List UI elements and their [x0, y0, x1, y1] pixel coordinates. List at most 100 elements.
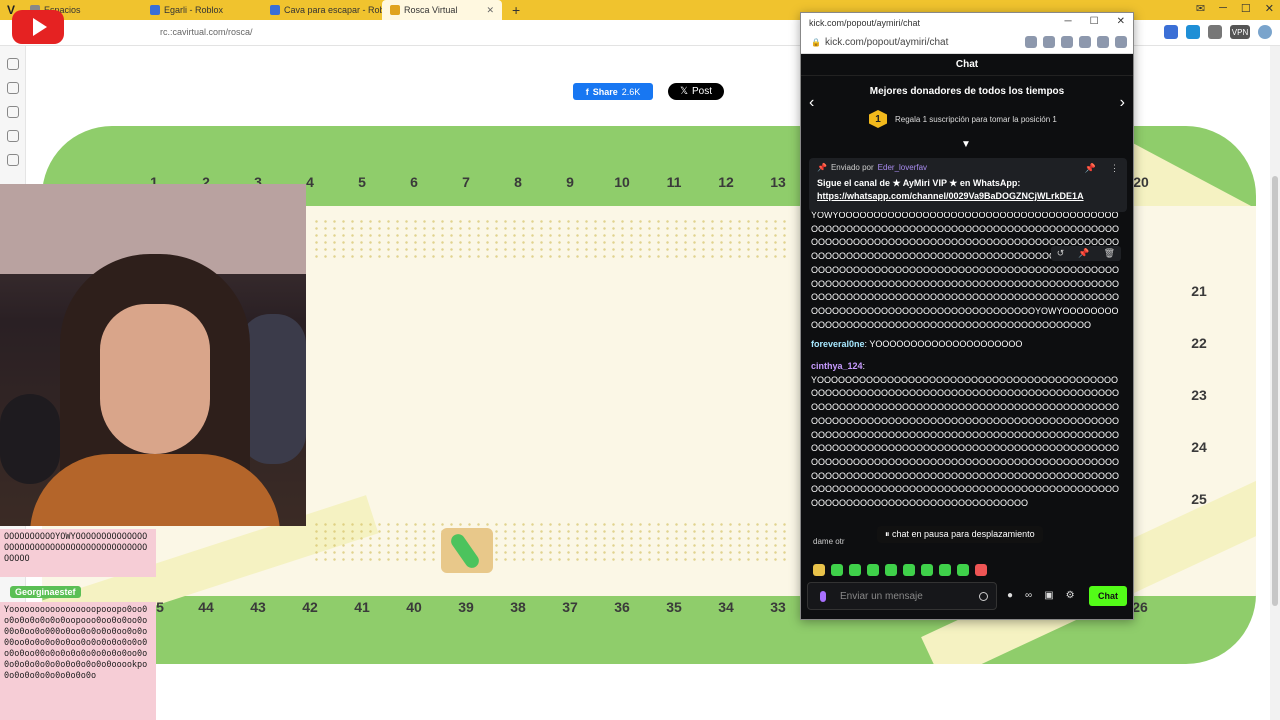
pin-icon[interactable]: 📌: [1078, 248, 1089, 259]
filter-icon[interactable]: ▼: [961, 139, 971, 150]
tab-cava[interactable]: Cava para escapar - Roblox: [262, 0, 382, 20]
window-controls: ✉ ─ ☐ ✕: [1196, 2, 1274, 15]
board-sparkles: [312, 521, 792, 561]
crown-favicon-icon: [390, 5, 400, 15]
board-cell-21: 21: [1191, 283, 1207, 299]
new-tab-button[interactable]: +: [502, 2, 530, 18]
facebook-share-button[interactable]: f Share 2.6K: [573, 83, 653, 100]
page-scrollbar[interactable]: [1270, 46, 1280, 720]
emote-icon[interactable]: [903, 564, 915, 576]
undo-icon[interactable]: ↺: [1057, 248, 1065, 259]
extension-icon[interactable]: [1164, 25, 1178, 39]
kick-chat-popup: kick.com/popout/aymiri/chat ─ ☐ ✕ 🔒 kick…: [800, 12, 1134, 620]
gift-icon[interactable]: ▣: [1044, 590, 1053, 601]
mail-icon[interactable]: ✉: [1196, 2, 1205, 15]
vpn-icon[interactable]: VPN: [1230, 25, 1250, 39]
extension-icon[interactable]: [1186, 25, 1200, 39]
notes-icon[interactable]: [6, 154, 19, 166]
pinned-link[interactable]: https://whatsapp.com/channel/0029Va9BaDO…: [817, 191, 1084, 201]
streamer-webcam: [0, 184, 306, 526]
top-donors-banner: ‹ Mejores donadores de todos los tiempos…: [801, 76, 1133, 136]
tab-egarli[interactable]: Egarli - Roblox: [142, 0, 262, 20]
message-colon: :: [862, 361, 866, 372]
message-username[interactable]: cinthya_124: [811, 361, 863, 371]
board-cell-44: 44: [198, 599, 214, 615]
puzzle-icon[interactable]: [1208, 25, 1222, 39]
board-cell-22: 22: [1191, 335, 1207, 351]
overlay-chat-message: Yooooooooooooooooopooopo0oo0o0o0o0o0o0o0…: [0, 602, 156, 720]
close-tab-icon[interactable]: ✕: [486, 5, 494, 16]
maximize-icon[interactable]: ☐: [1090, 16, 1099, 27]
pause-icon: ⏸: [885, 529, 890, 539]
popup-window-controls: ─ ☐ ✕: [1065, 16, 1125, 27]
bookmarks-icon[interactable]: [6, 58, 19, 70]
emote-icon[interactable]: [939, 564, 951, 576]
globe-icon[interactable]: [1258, 25, 1272, 39]
puzzle-icon[interactable]: [1115, 36, 1127, 48]
popup-url[interactable]: kick.com/popout/aymiri/chat: [825, 37, 948, 48]
youtube-logo-icon: [12, 10, 64, 44]
tab-rosca-virtual[interactable]: Rosca Virtual ✕: [382, 0, 502, 20]
board-cell-7: 7: [462, 174, 470, 190]
board-sparkles: [312, 218, 792, 258]
translate-icon[interactable]: [1025, 36, 1037, 48]
trash-icon[interactable]: 🗑: [1104, 248, 1115, 259]
chat-header: Chat: [801, 54, 1133, 76]
emote-icon[interactable]: [849, 564, 861, 576]
history-icon[interactable]: [6, 130, 19, 142]
extension-icon[interactable]: [1079, 36, 1091, 48]
board-cell-40: 40: [406, 599, 422, 615]
extension-icon[interactable]: [1097, 36, 1109, 48]
infinity-label[interactable]: ∞: [1025, 590, 1032, 601]
board-cell-38: 38: [510, 599, 526, 615]
board-cell-24: 24: [1191, 439, 1207, 455]
board-cell-6: 6: [410, 174, 418, 190]
close-window-icon[interactable]: ✕: [1265, 2, 1274, 15]
emote-icon[interactable]: [831, 564, 843, 576]
chevron-right-icon[interactable]: ›: [1120, 94, 1125, 112]
bookmark-icon[interactable]: [1043, 36, 1055, 48]
maximize-icon[interactable]: ☐: [1241, 2, 1251, 15]
pinned-text: Sigue el canal de ★ AyMiri VIP ★ en What…: [817, 177, 1119, 203]
board-cell-36: 36: [614, 599, 630, 615]
chat-input[interactable]: Enviar un mensaje: [807, 582, 997, 610]
scrollbar-thumb[interactable]: [1272, 176, 1278, 606]
emote-icon[interactable]: [957, 564, 969, 576]
x-post-button[interactable]: 𝕏 Post: [668, 83, 724, 100]
emoji-icon[interactable]: [979, 592, 988, 601]
board-cell-9: 9: [566, 174, 574, 190]
more-options-icon[interactable]: ⋮: [1110, 163, 1119, 174]
board-cell-35: 35: [666, 599, 682, 615]
send-chat-button[interactable]: Chat: [1089, 586, 1127, 606]
pinned-by-user[interactable]: Eder_loverfav: [878, 163, 927, 172]
board-cell-13: 13: [770, 174, 786, 190]
address-url[interactable]: rc.:cavirtual.com/rosca/: [160, 27, 253, 37]
facebook-icon: f: [585, 86, 589, 97]
message-username[interactable]: foreveral0ne: [811, 339, 865, 349]
extension-icon[interactable]: [1061, 36, 1073, 48]
emote-icon[interactable]: [975, 564, 987, 576]
users-icon[interactable]: ●: [1007, 590, 1013, 601]
emote-icon[interactable]: [867, 564, 879, 576]
share-count: 2.6K: [621, 86, 641, 97]
close-window-icon[interactable]: ✕: [1117, 16, 1125, 27]
lock-icon[interactable]: 🔒: [811, 38, 821, 47]
pinned-by: 📌 Enviado por Eder_loverfav: [817, 163, 1119, 172]
slice-icon: [448, 531, 482, 571]
reading-list-icon[interactable]: [6, 82, 19, 94]
rosca-slice-card[interactable]: [441, 528, 493, 573]
board-cell-23: 23: [1191, 387, 1207, 403]
board-cell-37: 37: [562, 599, 578, 615]
chat-paused-banner[interactable]: ⏸ chat en pausa para desplazamiento: [877, 526, 1043, 543]
settings-icon[interactable]: ⚙: [1066, 590, 1075, 601]
minimize-icon[interactable]: ─: [1065, 16, 1072, 27]
mic-icon[interactable]: [820, 591, 826, 602]
emote-icon[interactable]: [813, 564, 825, 576]
tab-label: Egarli - Roblox: [164, 5, 224, 15]
downloads-icon[interactable]: [6, 106, 19, 118]
pinned-line: Sigue el canal de ★ AyMiri VIP ★ en What…: [817, 178, 1021, 188]
emote-icon[interactable]: [921, 564, 933, 576]
unpin-icon[interactable]: 📌: [1085, 163, 1096, 174]
minimize-icon[interactable]: ─: [1219, 2, 1227, 15]
emote-icon[interactable]: [885, 564, 897, 576]
